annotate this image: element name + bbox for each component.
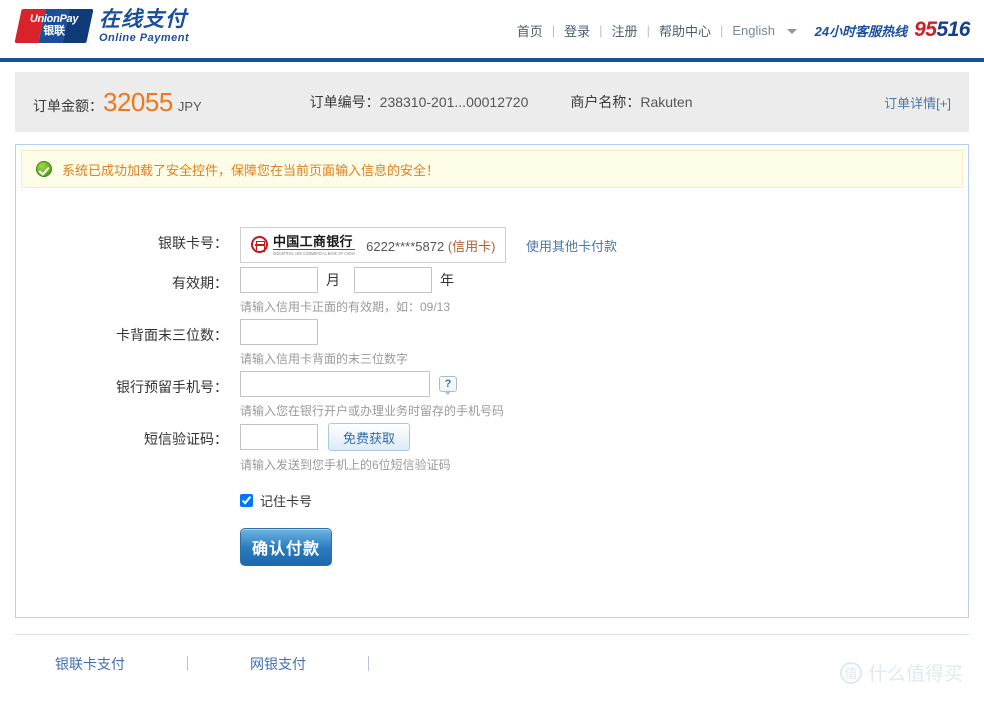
remember-card-label[interactable]: 记住卡号 bbox=[260, 491, 312, 510]
cvv-label: 卡背面末三位数： bbox=[116, 327, 228, 343]
nav-item-help-center[interactable]: 帮助中心 bbox=[650, 21, 720, 40]
sms-row: 短信验证码： 免费获取 请输入发送到您手机上的6位短信验证码 bbox=[16, 423, 968, 473]
order-number-label: 订单编号： bbox=[309, 94, 380, 110]
merchant-name: 商户名称： Rakuten bbox=[570, 92, 692, 112]
expiry-hint: 请输入信用卡正面的有效期，如：09/13 bbox=[240, 300, 451, 314]
footer-tab-online-banking[interactable]: 网银支付 bbox=[250, 654, 306, 674]
selected-card-box[interactable]: 中国工商银行 INDUSTRIAL AND COMMERCIAL BANK OF… bbox=[240, 227, 506, 263]
bank-name: 中国工商银行 bbox=[273, 235, 356, 251]
logo-title-cn: 在线支付 bbox=[99, 8, 187, 31]
sms-code-input[interactable] bbox=[240, 424, 318, 450]
nav-item-register[interactable]: 注册 bbox=[603, 21, 647, 40]
payment-panel: 系统已成功加载了安全控件，保障您在当前页面输入信息的安全！ 银联卡号： 中国工商… bbox=[15, 144, 969, 618]
language-selector[interactable]: English bbox=[723, 22, 797, 38]
watermark: 值 什么值得买 bbox=[839, 659, 963, 686]
footer-separator bbox=[187, 656, 188, 671]
hotline-number-blue: 516 bbox=[936, 18, 970, 41]
confirm-payment-button[interactable]: 确认付款 bbox=[240, 528, 332, 566]
footer-tab-unionpay-card[interactable]: 银联卡支付 bbox=[55, 654, 125, 674]
expiry-month-input[interactable] bbox=[240, 267, 318, 293]
get-sms-code-button[interactable]: 免费获取 bbox=[328, 423, 411, 451]
nav-item-home[interactable]: 首页 bbox=[508, 21, 552, 40]
payment-form: 银联卡号： 中国工商银行 INDUSTRIAL AND COMMERCIAL B… bbox=[16, 193, 968, 566]
order-amount-label: 订单金额： bbox=[33, 97, 103, 114]
remember-spacer bbox=[16, 477, 228, 483]
phone-row: 银行预留手机号： ? 请输入您在银行开户或办理业务时留存的手机号码 bbox=[16, 371, 968, 419]
cvv-row: 卡背面末三位数： 请输入信用卡背面的末三位数字 bbox=[16, 319, 968, 367]
watermark-text: 什么值得买 bbox=[867, 664, 963, 685]
phone-hint: 请输入您在银行开户或办理业务时留存的手机号码 bbox=[240, 404, 505, 418]
masked-card-number: 6222****5872 (信用卡) bbox=[366, 236, 495, 255]
merchant-value: Rakuten bbox=[640, 94, 693, 110]
remember-card-checkbox[interactable] bbox=[240, 494, 253, 507]
remember-row: 记住卡号 确认付款 bbox=[16, 477, 968, 566]
order-number: 订单编号： 238310-201...00012720 bbox=[310, 92, 529, 112]
page-footer: 银联卡支付 网银支付 值 什么值得买 bbox=[15, 634, 969, 692]
order-summary-bar: 订单金额： 32055 JPY 订单编号： 238310-201...00012… bbox=[15, 72, 969, 132]
merchant-label: 商户名称： bbox=[570, 94, 641, 110]
sms-label: 短信验证码： bbox=[144, 431, 228, 447]
hotline-number: 95516 bbox=[914, 18, 970, 42]
card-number-label: 银联卡号： bbox=[158, 235, 228, 251]
expiry-year-input[interactable] bbox=[354, 267, 432, 293]
expiry-label: 有效期： bbox=[172, 275, 228, 291]
chevron-down-icon bbox=[786, 28, 797, 34]
expiry-row: 有效期： 月 年 请输入信用卡正面的有效期，如：09/13 bbox=[16, 267, 968, 315]
sms-hint: 请输入发送到您手机上的6位短信验证码 bbox=[240, 458, 451, 472]
hotline-number-red: 95 bbox=[914, 18, 937, 41]
security-alert: 系统已成功加载了安全控件，保障您在当前页面输入信息的安全！ bbox=[21, 150, 963, 188]
use-other-card-link[interactable]: 使用其他卡付款 bbox=[526, 236, 617, 255]
security-alert-message: 系统已成功加载了安全控件，保障您在当前页面输入信息的安全！ bbox=[62, 162, 440, 178]
phone-label: 银行预留手机号： bbox=[116, 379, 228, 395]
order-amount: 订单金额： 32055 JPY bbox=[33, 87, 202, 118]
unionpay-mark-icon: UnionPay 银联 bbox=[14, 9, 94, 44]
expiry-month-unit: 月 bbox=[326, 272, 340, 288]
unionpay-logo: UnionPay 银联 在线支付 Online Payment bbox=[14, 8, 190, 45]
order-detail-link[interactable]: 订单详情[+] bbox=[884, 93, 951, 112]
cvv-input[interactable] bbox=[240, 319, 318, 345]
masked-card-digits: 6222****5872 bbox=[366, 238, 445, 254]
footer-separator bbox=[368, 656, 369, 671]
question-mark-icon[interactable]: ? bbox=[439, 376, 457, 395]
logo-brand-line2: 银联 bbox=[43, 25, 65, 38]
logo-title-en: Online Payment bbox=[99, 32, 190, 45]
order-currency: JPY bbox=[177, 98, 202, 114]
header-divider bbox=[0, 58, 984, 62]
language-label: English bbox=[732, 22, 775, 38]
order-number-value: 238310-201...00012720 bbox=[379, 94, 529, 110]
remember-card-checkbox-group[interactable]: 记住卡号 bbox=[240, 491, 332, 510]
card-type: (信用卡) bbox=[447, 238, 496, 254]
icbc-seal-icon bbox=[251, 236, 268, 254]
nav-item-login[interactable]: 登录 bbox=[555, 21, 599, 40]
expiry-year-unit: 年 bbox=[440, 272, 454, 288]
bank-name-en: INDUSTRIAL AND COMMERCIAL BANK OF CHINA bbox=[273, 250, 356, 257]
page-header: UnionPay 银联 在线支付 Online Payment 首页 | 登录 … bbox=[0, 0, 984, 58]
phone-input[interactable] bbox=[240, 371, 430, 397]
icbc-bank-logo-icon: 中国工商银行 INDUSTRIAL AND COMMERCIAL BANK OF… bbox=[251, 235, 356, 257]
watermark-mark-icon: 值 bbox=[839, 661, 862, 684]
success-check-icon bbox=[36, 161, 52, 177]
order-amount-value: 32055 bbox=[103, 86, 173, 117]
top-navigation: 首页 | 登录 | 注册 | 帮助中心 | English 24小时客服热线 9… bbox=[508, 18, 971, 42]
card-number-row: 银联卡号： 中国工商银行 INDUSTRIAL AND COMMERCIAL B… bbox=[16, 227, 968, 263]
cvv-hint: 请输入信用卡背面的末三位数字 bbox=[240, 352, 409, 366]
hotline-label: 24小时客服热线 bbox=[814, 23, 908, 39]
